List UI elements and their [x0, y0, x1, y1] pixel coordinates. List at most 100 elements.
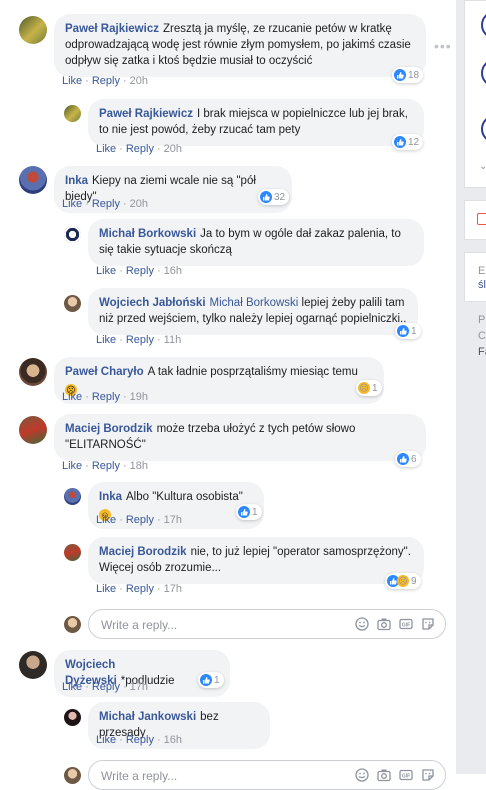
reply-link[interactable]: Reply: [92, 460, 120, 472]
sidebar-avatar[interactable]: [481, 11, 486, 39]
comment-text: Albo "Kultura osobista": [126, 491, 243, 503]
avatar[interactable]: [64, 488, 81, 505]
like-link[interactable]: Like: [96, 514, 116, 526]
avatar: [64, 616, 81, 633]
comment-author[interactable]: Michał Jankowski: [99, 711, 196, 723]
avatar[interactable]: [19, 16, 47, 44]
comment-author[interactable]: Inka: [99, 491, 122, 503]
sticker-icon[interactable]: [421, 617, 435, 631]
reply-link[interactable]: Reply: [126, 334, 154, 346]
reaction-count[interactable]: ☹ 1: [356, 380, 382, 396]
timestamp[interactable]: 11h: [164, 334, 182, 346]
like-link[interactable]: Like: [62, 460, 82, 472]
avatar[interactable]: [64, 226, 81, 243]
avatar[interactable]: [64, 105, 81, 122]
like-link[interactable]: Like: [96, 143, 116, 155]
timestamp[interactable]: 18h: [130, 460, 148, 472]
timestamp[interactable]: 16h: [164, 265, 182, 277]
reaction-count[interactable]: 1: [236, 504, 262, 520]
sidebar-avatar[interactable]: [481, 59, 486, 87]
sidebar-snippet: Fa: [478, 346, 486, 358]
sidebar-snippet: P: [478, 314, 486, 326]
chevron-down-icon[interactable]: ⌄: [479, 161, 486, 172]
avatar[interactable]: [64, 709, 81, 726]
comment-actions: Like · Reply · 17h: [96, 583, 183, 595]
timestamp[interactable]: 16h: [164, 734, 182, 746]
like-link[interactable]: Like: [62, 75, 82, 87]
emoji-icon[interactable]: [355, 617, 369, 631]
reaction-count[interactable]: 18: [392, 67, 424, 83]
reaction-count[interactable]: 6: [395, 451, 421, 467]
like-link[interactable]: Like: [96, 265, 116, 277]
reply-link[interactable]: Reply: [126, 265, 154, 277]
comment-actions: Like · Reply · 16h: [96, 734, 183, 746]
comment-actions: Like · Reply · 16h: [96, 265, 183, 277]
comment-author[interactable]: Paweł Charyło: [65, 366, 144, 378]
reply-link[interactable]: Reply: [92, 681, 120, 693]
comment-author[interactable]: Michał Borkowski: [99, 228, 196, 240]
emoji-icon[interactable]: [355, 768, 369, 782]
like-link[interactable]: Like: [96, 583, 116, 595]
like-link[interactable]: Like: [62, 198, 82, 210]
reply-link[interactable]: Reply: [92, 75, 120, 87]
comment-actions: Like · Reply · 11h: [96, 334, 182, 346]
camera-icon[interactable]: [377, 768, 391, 782]
reaction-count[interactable]: 1: [395, 323, 421, 339]
reaction-number: 12: [408, 136, 420, 148]
comment-author[interactable]: Inka: [65, 175, 88, 187]
reply-input[interactable]: [99, 616, 323, 634]
reply-box[interactable]: GIF: [88, 760, 446, 790]
timestamp[interactable]: 20h: [164, 143, 182, 155]
avatar[interactable]: [64, 544, 81, 561]
gif-icon[interactable]: GIF: [399, 768, 413, 782]
timestamp[interactable]: 17h: [164, 583, 182, 595]
timestamp[interactable]: 17h: [164, 514, 182, 526]
avatar[interactable]: [64, 295, 81, 312]
like-link[interactable]: Like: [96, 334, 116, 346]
comment-author[interactable]: Wojciech Jabłoński: [99, 297, 206, 309]
comment-bubble: Michał Borkowski Ja to bym w ogóle dał za…: [88, 219, 424, 266]
reaction-count[interactable]: 1: [198, 672, 224, 688]
sad-reaction-icon: ☹: [358, 382, 370, 394]
like-link[interactable]: Like: [62, 391, 82, 403]
like-reaction-icon: [397, 325, 409, 337]
reply-link[interactable]: Reply: [92, 391, 120, 403]
avatar[interactable]: [19, 166, 47, 194]
timestamp[interactable]: 17h: [130, 681, 148, 693]
camera-icon[interactable]: [377, 617, 391, 631]
more-options-icon[interactable]: •••: [434, 38, 452, 54]
comment-author[interactable]: Maciej Borodzik: [65, 423, 153, 435]
comment-author[interactable]: Paweł Rajkiewicz: [99, 108, 193, 120]
sidebar-avatar[interactable]: [481, 115, 486, 143]
comment-actions: Like · Reply · 17h: [96, 514, 183, 526]
sidebar-snippet[interactable]: śl: [478, 279, 486, 291]
svg-text:GIF: GIF: [402, 773, 410, 779]
reply-link[interactable]: Reply: [126, 143, 154, 155]
reply-input[interactable]: [99, 767, 323, 785]
reaction-count[interactable]: 12: [392, 134, 424, 150]
comment-actions: Like · Reply · 17h: [62, 681, 149, 693]
timestamp[interactable]: 20h: [130, 75, 148, 87]
reply-link[interactable]: Reply: [126, 583, 154, 595]
timestamp[interactable]: 20h: [130, 198, 148, 210]
like-link[interactable]: Like: [96, 734, 116, 746]
reply-link[interactable]: Reply: [126, 734, 154, 746]
mention-link[interactable]: Michał Borkowski: [210, 297, 299, 309]
timestamp[interactable]: 19h: [130, 391, 148, 403]
reaction-number: 1: [411, 325, 417, 337]
reply-box[interactable]: GIF: [88, 609, 446, 639]
like-link[interactable]: Like: [62, 681, 82, 693]
sticker-icon[interactable]: [421, 768, 435, 782]
avatar[interactable]: [19, 651, 47, 679]
comment-author[interactable]: Maciej Borodzik: [99, 546, 187, 558]
sad-reaction-icon: ☹: [397, 575, 409, 587]
avatar[interactable]: [19, 358, 47, 386]
reply-link[interactable]: Reply: [126, 514, 154, 526]
comment-bubble: Maciej Borodzik może trzeba ułożyć z tych…: [54, 414, 426, 461]
reply-link[interactable]: Reply: [92, 198, 120, 210]
reaction-count[interactable]: 32: [258, 189, 290, 205]
comment-author[interactable]: Paweł Rajkiewicz: [65, 23, 159, 35]
avatar[interactable]: [19, 416, 47, 444]
reaction-count[interactable]: ☹ 9: [385, 573, 421, 589]
gif-icon[interactable]: GIF: [399, 617, 413, 631]
